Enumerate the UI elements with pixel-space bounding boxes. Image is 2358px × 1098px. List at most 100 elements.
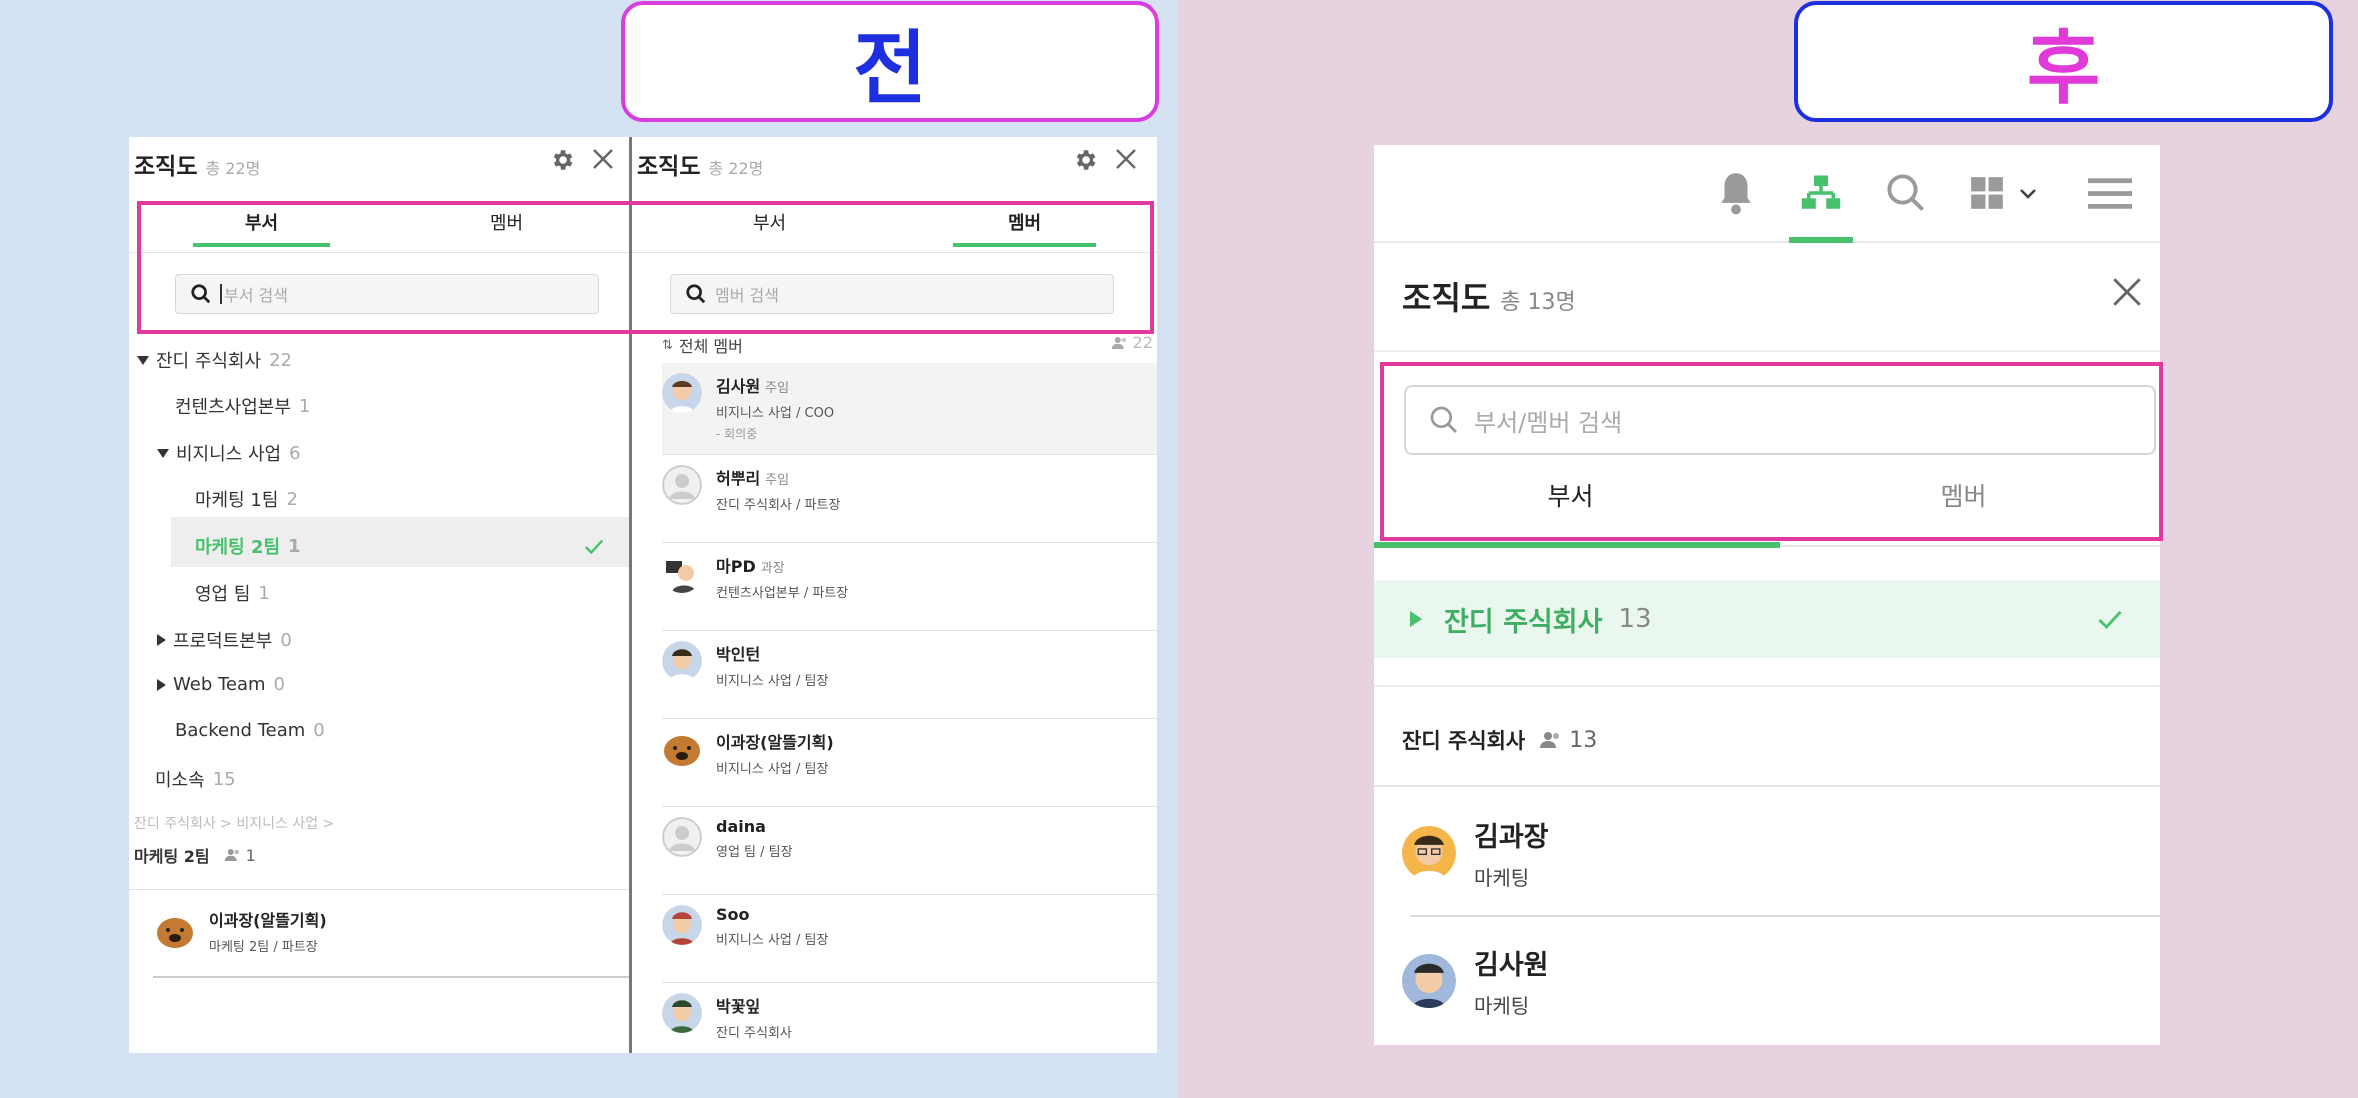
close-icon[interactable] <box>591 147 615 171</box>
member-row[interactable]: 김사원 마케팅 <box>1402 943 2160 1019</box>
tree-item-unassigned[interactable]: 미소속 15 <box>155 766 236 792</box>
highlight-box <box>137 201 1154 334</box>
avatar <box>662 817 702 857</box>
panel-title: 조직도 <box>637 154 701 180</box>
close-icon[interactable] <box>1114 147 1138 171</box>
member-row[interactable]: 박꽃잎 잔디 주식회사 <box>662 983 1157 1053</box>
before-label: 전 <box>621 1 1159 122</box>
active-tab-indicator <box>1789 237 1853 243</box>
member-row[interactable]: 김과장 마케팅 <box>1402 815 2160 891</box>
org-chart-icon[interactable] <box>1793 165 1849 221</box>
team-member-row[interactable]: 이과장(알뜰기획) 마케팅 2팀 / 파트장 <box>155 907 327 955</box>
member-name: 박꽃잎 <box>716 997 761 1016</box>
member-name: daina <box>716 817 766 836</box>
member-total: 총 13명 <box>1500 290 1576 315</box>
member-row[interactable]: Soo 비지니스 사업 / 팀장 <box>662 895 1157 983</box>
member-department: 비지니스 사업 / COO <box>716 406 835 421</box>
top-toolbar <box>1374 145 2160 243</box>
member-name: 김사원 주임 <box>716 377 790 396</box>
collapsed-arrow-icon <box>1410 611 1422 627</box>
member-name: 박인턴 <box>716 645 761 664</box>
expanded-arrow-icon <box>157 448 169 458</box>
close-icon[interactable] <box>2110 275 2144 309</box>
grid-icon <box>1971 177 2003 209</box>
member-row[interactable]: 박인턴 비지니스 사업 / 팀장 <box>662 631 1157 719</box>
avatar <box>662 553 702 593</box>
collapsed-arrow-icon <box>157 634 166 646</box>
tree-item-company[interactable]: 잔디 주식회사 22 <box>137 347 292 373</box>
search-icon[interactable] <box>1878 165 1934 221</box>
member-row[interactable]: 이과장(알뜰기획) 비지니스 사업 / 팀장 <box>662 719 1157 807</box>
check-icon <box>2098 610 2122 630</box>
divider <box>1374 785 2160 787</box>
people-icon <box>224 849 239 861</box>
member-name: 김사원 <box>1474 950 1549 981</box>
company-name: 잔디 주식회사 <box>1444 606 1603 638</box>
all-members-header[interactable]: ⇅ 전체 멤버 <box>662 333 743 357</box>
group-header: 잔디 주식회사 13 <box>1402 725 1597 755</box>
after-label: 후 <box>1794 1 2333 122</box>
panel-header: 조직도 총 22명 <box>134 147 260 181</box>
avatar <box>662 905 702 945</box>
sort-icon: ⇅ <box>662 337 673 353</box>
member-department: 비지니스 사업 / 팀장 <box>716 674 829 689</box>
tree-item-backend-team[interactable]: Backend Team 0 <box>175 720 325 741</box>
member-row[interactable]: 허뿌리 주임 잔디 주식회사 / 파트장 <box>662 455 1157 543</box>
divider <box>153 976 629 978</box>
panel-title: 조직도 <box>134 154 198 180</box>
member-row[interactable]: daina 영업 팀 / 팀장 <box>662 807 1157 895</box>
group-name: 잔디 주식회사 <box>1402 729 1526 753</box>
tree-item-content-division[interactable]: 컨텐츠사업본부 1 <box>175 393 310 419</box>
avatar <box>1402 826 1456 880</box>
avatar <box>662 641 702 681</box>
people-icon <box>1540 732 1560 748</box>
panel-header: 조직도 총 13명 <box>1402 273 1576 319</box>
member-total: 총 22명 <box>205 159 261 178</box>
member-department: 컨텐츠사업본부 / 파트장 <box>716 586 849 601</box>
avatar <box>662 373 702 413</box>
member-name: 이과장(알뜰기획) <box>209 911 327 930</box>
avatar <box>662 465 702 505</box>
member-department: 마케팅 2팀 / 파트장 <box>209 940 318 955</box>
panel-title: 조직도 <box>1402 279 1491 317</box>
divider <box>129 889 629 890</box>
member-row[interactable]: 김사원 주임 비지니스 사업 / COO - 회의중 <box>662 363 1157 455</box>
breadcrumb: 잔디 주식회사 > 비지니스 사업 > <box>134 816 335 832</box>
highlight-box <box>1380 362 2163 541</box>
member-department: 비지니스 사업 / 팀장 <box>716 933 829 948</box>
member-name: Soo <box>716 905 750 924</box>
member-department: 잔디 주식회사 / 파트장 <box>716 498 841 513</box>
group-count: 13 <box>1569 727 1598 753</box>
tree-item-marketing-2[interactable]: 마케팅 2팀 1 <box>195 533 301 559</box>
tree-item-product[interactable]: 프로덕트본부 0 <box>157 627 292 653</box>
member-department: 마케팅 <box>1474 866 1530 890</box>
member-department: 마케팅 <box>1474 994 1530 1018</box>
all-members-count: 22 <box>1111 333 1153 352</box>
bell-icon[interactable] <box>1708 165 1764 221</box>
avatar <box>155 911 195 951</box>
member-name: 이과장(알뜰기획) <box>716 733 834 752</box>
team-summary: 마케팅 2팀 1 <box>134 843 256 867</box>
expanded-arrow-icon <box>137 355 149 365</box>
divider <box>1410 915 2160 917</box>
chevron-down-icon <box>2020 189 2036 199</box>
team-name: 마케팅 2팀 <box>134 847 210 866</box>
panel-header: 조직도 총 22명 <box>637 147 763 181</box>
gear-icon[interactable] <box>549 147 575 173</box>
tree-item-sales[interactable]: 영업 팀1 <box>195 580 270 606</box>
member-department: 비지니스 사업 / 팀장 <box>716 762 829 777</box>
company-row[interactable]: 잔디 주식회사 13 <box>1374 580 2160 658</box>
member-row[interactable]: 마PD 과장 컨텐츠사업본부 / 파트장 <box>662 543 1157 631</box>
avatar <box>662 729 702 769</box>
people-icon <box>1111 336 1126 349</box>
tree-item-marketing-1[interactable]: 마케팅 1팀 2 <box>195 486 298 512</box>
divider <box>1374 685 2160 687</box>
gear-icon[interactable] <box>1072 147 1098 173</box>
tree-item-web-team[interactable]: Web Team 0 <box>157 674 285 695</box>
grid-menu-button[interactable] <box>1964 165 2044 221</box>
tree-item-business[interactable]: 비지니스 사업 6 <box>157 440 301 466</box>
after-panel: 조직도 총 13명 부서/멤버 검색 부서 멤버 잔디 주식회사 13 잔디 주… <box>1374 145 2160 1045</box>
member-name: 마PD 과장 <box>716 557 785 576</box>
menu-icon[interactable] <box>2082 165 2138 221</box>
member-department: 잔디 주식회사 <box>716 1026 792 1041</box>
